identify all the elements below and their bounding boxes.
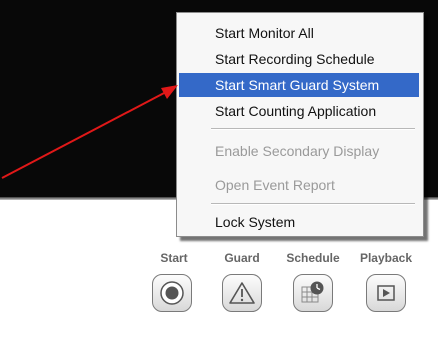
control-label-schedule: Schedule: [286, 251, 340, 265]
guard-button[interactable]: [222, 274, 262, 312]
context-menu: Start Monitor All Start Recording Schedu…: [176, 12, 424, 237]
playback-button[interactable]: [366, 274, 406, 312]
start-button[interactable]: [152, 274, 192, 312]
menu-item-open-event-report[interactable]: Open Event Report: [179, 173, 419, 197]
menu-item-start-smart-guard-system[interactable]: Start Smart Guard System: [179, 73, 419, 97]
control-label-start: Start: [160, 251, 188, 265]
play-icon: [377, 285, 395, 301]
menu-separator: [211, 128, 415, 130]
schedule-grid-icon: [301, 281, 324, 303]
menu-item-start-counting-application[interactable]: Start Counting Application: [179, 99, 419, 123]
schedule-button[interactable]: [293, 274, 333, 312]
menu-item-start-monitor-all[interactable]: Start Monitor All: [179, 21, 419, 45]
control-label-guard: Guard: [224, 251, 260, 265]
menu-separator: [211, 203, 415, 205]
menu-item-lock-system[interactable]: Lock System: [179, 210, 419, 234]
menu-item-start-recording-schedule[interactable]: Start Recording Schedule: [179, 47, 419, 71]
menu-item-enable-secondary-display[interactable]: Enable Secondary Display: [179, 139, 419, 163]
record-icon: [160, 281, 184, 305]
warning-triangle-icon: [229, 282, 255, 304]
control-label-playback: Playback: [359, 251, 413, 265]
